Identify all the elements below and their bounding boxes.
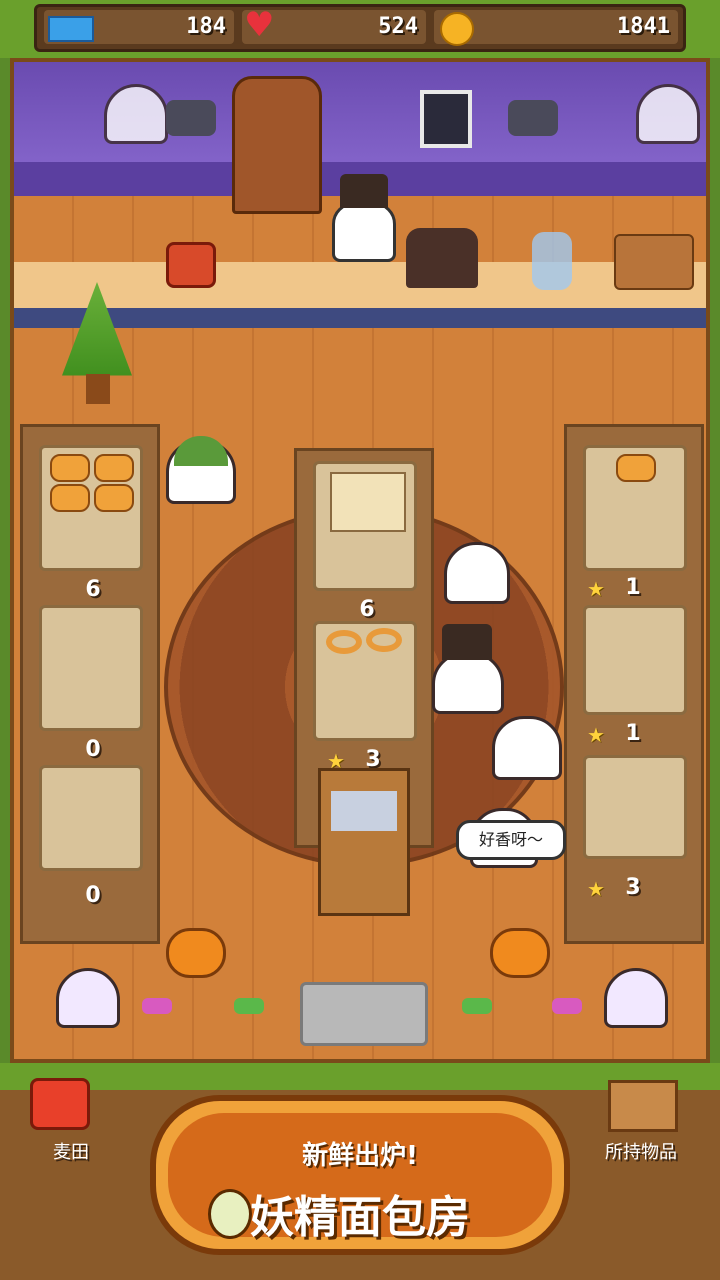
ticket-value: 184 (186, 14, 226, 39)
logo-title: 妖精面包房 (250, 1192, 470, 1243)
bread-item-icon (94, 454, 134, 482)
ghost-decoration-icon (604, 968, 668, 1028)
left-display-shelf[interactable]: 6 0 0 (20, 424, 160, 944)
shelf-count: 0 (85, 883, 101, 908)
cat-lamp-icon (508, 100, 558, 136)
bread-kiosk[interactable] (318, 768, 410, 916)
ticket-icon (48, 16, 94, 42)
candy-icon (142, 998, 172, 1014)
candy-icon (462, 998, 492, 1014)
customer-ghost[interactable] (432, 652, 504, 714)
customer-ghost[interactable] (492, 716, 562, 780)
sandwich-item-icon (330, 472, 406, 532)
speech-bubble: 好香呀～ (456, 820, 566, 860)
shelf-slot[interactable] (313, 621, 417, 741)
candy-icon (234, 998, 264, 1014)
star-count: 1 (625, 721, 641, 746)
game-logo: 新鲜出炉! 妖精面包房 (150, 1095, 570, 1255)
coin-value: 1841 (617, 14, 670, 39)
customer-ghost[interactable] (444, 542, 510, 604)
shelf-count: 6 (359, 597, 375, 622)
logo-subtitle: 新鲜出炉! (302, 1141, 418, 1171)
entrance-doormat[interactable] (300, 982, 428, 1046)
shelf-slot[interactable] (39, 765, 143, 871)
ghost-wall-decoration-icon (636, 84, 700, 144)
logo-plate: 新鲜出炉! 妖精面包房 (168, 1113, 552, 1243)
baker-character[interactable] (332, 202, 396, 262)
ticket-counter: 184 (44, 10, 234, 44)
bread-item-icon (50, 454, 90, 482)
shelf-count: 0 (85, 737, 101, 762)
flower-vase-icon (532, 232, 572, 290)
coin-icon (440, 12, 474, 46)
wheat-field-icon[interactable] (30, 1078, 90, 1130)
counter (14, 262, 706, 314)
top-hat-icon (442, 624, 492, 660)
bread-item-icon (94, 484, 134, 512)
telephone-icon[interactable] (166, 242, 216, 288)
bread-rack[interactable] (232, 76, 322, 214)
tree-pot-icon (86, 374, 110, 404)
donut-item-icon (326, 630, 362, 654)
counter-base (14, 308, 706, 328)
ghost-wall-decoration-icon (104, 84, 168, 144)
top-hat-icon (340, 174, 388, 208)
heart-counter: ♥ 524 (242, 5, 426, 45)
pumpkin-basket-icon (490, 928, 550, 978)
pumpkin-basket-icon (166, 928, 226, 978)
cat-lamp-icon (166, 100, 216, 136)
utensils-icon (331, 791, 397, 831)
shelf-slot[interactable] (39, 445, 143, 571)
donut-item-icon (366, 628, 402, 652)
heart-icon: ♥ (244, 5, 275, 45)
shelf-slot[interactable] (583, 445, 687, 571)
cat-painting (420, 90, 472, 148)
shelf-slot[interactable] (583, 755, 687, 859)
heart-value: 524 (378, 14, 418, 39)
bakery-shop-floor[interactable]: 6 0 0 6 ★ 3 ★ 1 ★ 1 ★ 3 好香呀～ (10, 58, 710, 1063)
star-count: 3 (625, 875, 641, 900)
ghost-decoration-icon (56, 968, 120, 1028)
right-display-shelf[interactable]: ★ 1 ★ 1 ★ 3 (564, 424, 704, 944)
cash-register[interactable] (406, 228, 478, 288)
shelf-slot[interactable] (313, 461, 417, 591)
jars-icon (614, 234, 694, 290)
shelf-slot[interactable] (583, 605, 687, 715)
wheat-field-button-label[interactable]: 麦田 (16, 1138, 126, 1164)
candy-icon (552, 998, 582, 1014)
inventory-box-icon[interactable] (608, 1080, 678, 1132)
bread-item-icon (50, 484, 90, 512)
shelf-slot[interactable] (39, 605, 143, 731)
coin-counter: 1841 (434, 10, 678, 46)
top-hud: 184 ♥ 524 1841 (0, 0, 720, 58)
shelf-count: 6 (85, 577, 101, 602)
star-count: 1 (625, 575, 641, 600)
inventory-button-label[interactable]: 所持物品 (586, 1138, 696, 1164)
bread-item-icon (616, 454, 656, 482)
